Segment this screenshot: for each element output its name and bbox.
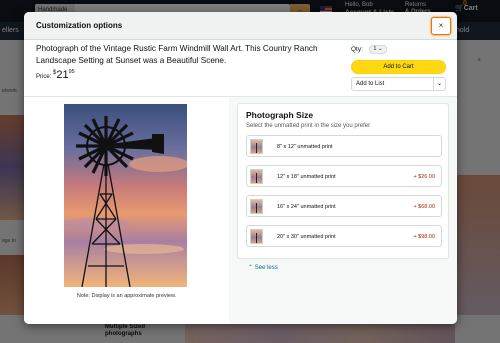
size-option-16x24[interactable]: 16" x 24" unmatted print + $68.00 [246,195,442,217]
preview-note: Note: Display is an approximate preview. [76,293,177,299]
size-title: Photograph Size [246,110,314,120]
add-to-list-button[interactable]: Add to List ⌄ [351,77,446,91]
qty-value: 1 [373,46,377,52]
photograph-size-card: Photograph Size Select the unmatted prin… [237,103,449,271]
chevron-down-icon: ⌄ [377,46,383,52]
modal-header: Customization options × [24,12,457,40]
size-option-12x18[interactable]: 12" x 18" unmatted print + $26.00 [246,165,442,187]
price-label: Price: [36,74,52,80]
size-thumbnail [250,229,263,244]
add-to-list-label: Add to List [356,81,385,87]
size-thumbnail [250,139,263,154]
modal-title: Customization options [36,21,123,30]
size-option-price: + $26.00 [413,174,435,180]
size-option-label: 12" x 18" unmatted print [277,174,336,180]
size-option-8x12[interactable]: 8" x 12" unmatted print [246,135,442,157]
chevron-up-icon: ⌃ [248,265,254,271]
price-fraction: 95 [68,69,75,75]
qty-label: Qty: [351,46,363,53]
windmill-photo-preview [64,104,187,287]
chevron-down-icon[interactable]: ⌄ [433,78,445,90]
see-less-link[interactable]: ⌃ See less [248,264,278,271]
see-less-label: See less [254,265,278,271]
close-button[interactable]: × [431,17,451,35]
size-option-price: + $98.00 [413,234,435,240]
add-to-cart-button[interactable]: Add to Cart [351,60,446,74]
options-panel: Photograph Size Select the unmatted prin… [229,97,457,324]
size-thumbnail [250,169,263,184]
size-subtitle: Select the unmatted print in the size yo… [246,123,371,129]
preview-area: Note: Display is an approximate preview. [24,97,229,324]
product-price: Price: $2195 [36,69,75,81]
size-option-20x30[interactable]: 20" x 30" unmatted print + $98.00 [246,225,442,247]
size-thumbnail [250,199,263,214]
size-option-label: 16" x 24" unmatted print [277,204,336,210]
qty-dropdown[interactable]: 1 ⌄ [369,45,387,54]
customization-modal: Customization options × Photograph of th… [24,12,457,324]
size-option-label: 20" x 30" unmatted print [277,234,336,240]
size-option-price: + $68.00 [413,204,435,210]
size-option-label: 8" x 12" unmatted print [277,144,333,150]
price-whole: 21 [56,69,69,81]
product-title: Photograph of the Vintage Rustic Farm Wi… [36,44,318,65]
